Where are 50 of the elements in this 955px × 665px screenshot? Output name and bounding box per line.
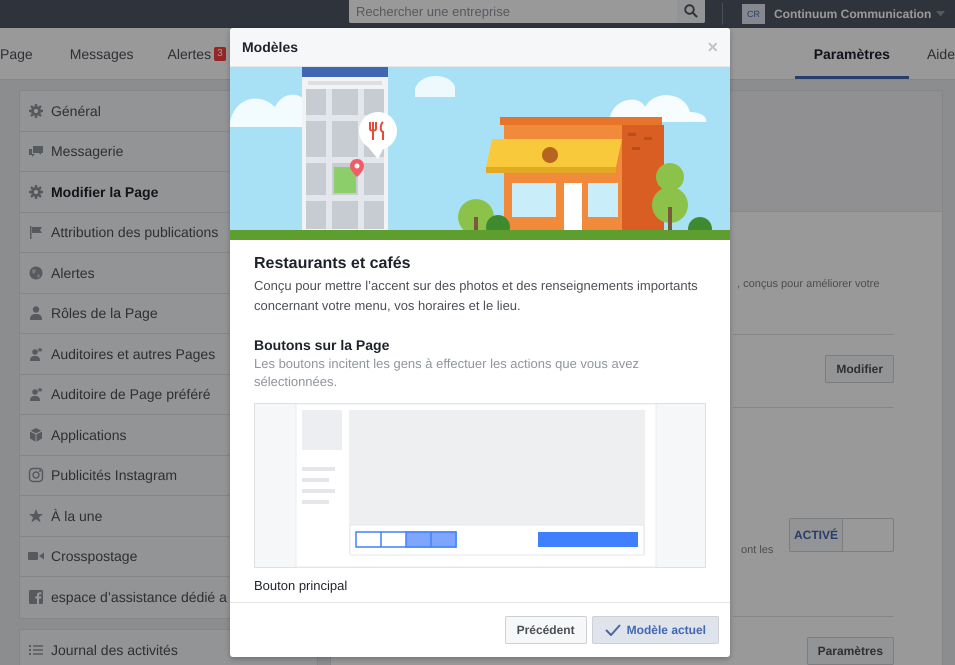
globe-icon: [28, 264, 44, 281]
previous-button[interactable]: Précédent: [504, 616, 587, 644]
notification-count: 3: [214, 46, 226, 60]
camera-icon: [28, 467, 44, 484]
account-name[interactable]: Continuum Communication: [774, 7, 932, 21]
sidebar-item[interactable]: Messagerie: [24, 134, 128, 168]
dialog-title: Modèles: [242, 39, 298, 55]
sidebar-item[interactable]: Crosspostage: [24, 539, 142, 574]
cube-icon: [28, 426, 44, 443]
nav-tab[interactable]: Alertes: [168, 28, 212, 79]
sidebar-item[interactable]: Auditoire de Page préféré: [24, 377, 215, 412]
checkmark-icon: [604, 624, 621, 636]
sidebar-item[interactable]: Auditoires et autres Pages: [24, 336, 220, 371]
flag-icon: [28, 224, 44, 240]
description-text: ont les: [741, 544, 774, 556]
nav-tab[interactable]: Paramètres: [794, 28, 909, 79]
section-title: Boutons sur la Page: [254, 337, 390, 353]
nav-tab[interactable]: Aide: [926, 28, 955, 79]
settings-button[interactable]: Paramètres: [806, 637, 894, 665]
current-template-button[interactable]: Modèle actuel: [592, 616, 719, 644]
sidebar-item[interactable]: Applications: [24, 418, 130, 452]
sidebar-item[interactable]: À la une: [24, 498, 106, 533]
chat-icon: [28, 143, 44, 160]
person-icon: [28, 305, 44, 322]
account-avatar[interactable]: CR: [742, 4, 765, 24]
square-f-icon: [28, 589, 44, 606]
sidebar-item[interactable]: Rôles de la Page: [24, 296, 162, 330]
nav-tab[interactable]: Messages: [70, 28, 134, 79]
sidebar-item[interactable]: Modifier la Page: [24, 174, 162, 209]
template-description: Conçu pour mettre l’accent sur des photos et des renseignements importants concernant votre menu, vos horaires et le lieu.: [254, 277, 699, 315]
toggle-switch[interactable]: ACTIVÉ: [789, 518, 894, 552]
section-description: Les boutons incitent les gens à effectuer les actions que vous avez sélectionnées.: [254, 355, 640, 391]
search-button[interactable]: [677, 0, 705, 23]
sidebar-item[interactable]: espace d’assistance dédié a: [24, 580, 231, 614]
nav-tab[interactable]: Page: [0, 28, 33, 79]
person-star-icon: [28, 346, 44, 362]
edit-button[interactable]: Modifier: [825, 355, 894, 383]
star-icon: [28, 508, 44, 524]
sidebar-item[interactable]: Général: [24, 94, 105, 128]
sidebar-item[interactable]: Publicités Instagram: [24, 458, 182, 492]
person-star-icon: [28, 386, 44, 402]
sidebar-item[interactable]: Attribution des publications: [24, 215, 222, 250]
section-title: Bouton principal: [254, 578, 348, 593]
gear-icon: [28, 184, 44, 200]
search-icon: [684, 4, 698, 18]
search-field[interactable]: Rechercher une entreprise: [349, 0, 677, 23]
description-text: , conçus pour améliorer votre: [737, 278, 880, 290]
gear-icon: [28, 102, 44, 119]
template-title: Restaurants et cafés: [254, 255, 412, 273]
sidebar-item[interactable]: Alertes: [24, 256, 99, 290]
